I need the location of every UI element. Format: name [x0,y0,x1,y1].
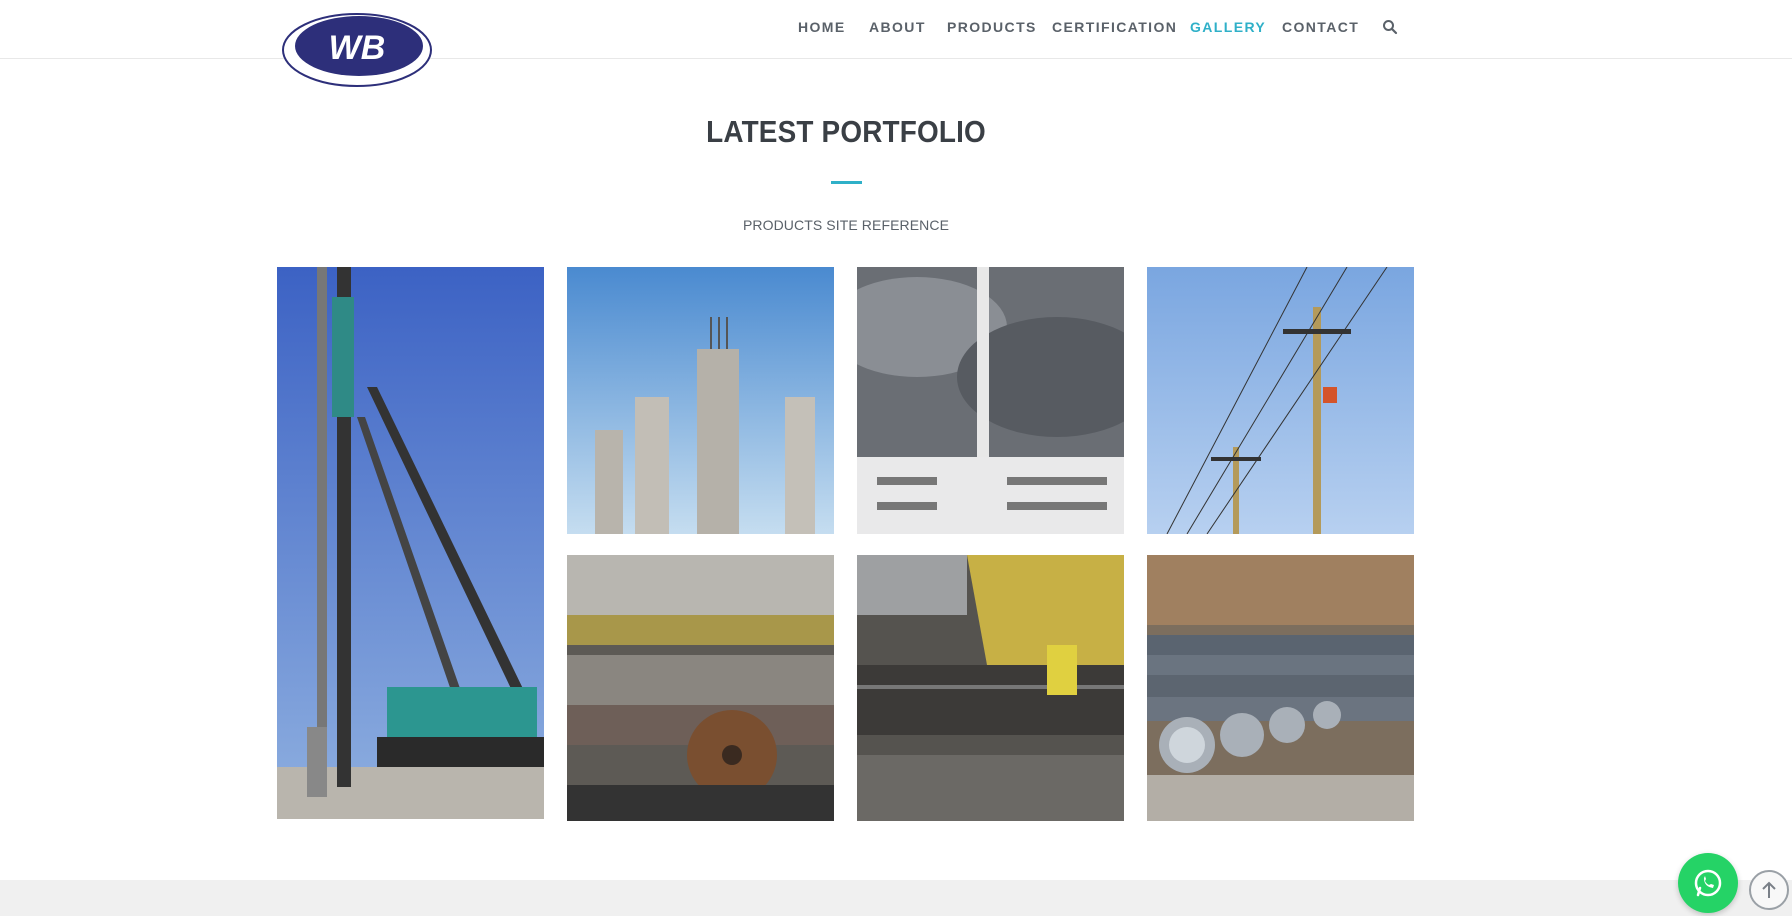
whatsapp-button[interactable] [1678,853,1738,913]
arrow-up-icon [1762,881,1776,898]
section-subtitle: PRODUCTS SITE REFERENCE [742,217,950,233]
whatsapp-icon [1694,869,1722,897]
search-icon[interactable] [1382,19,1398,35]
gallery-image [567,267,834,534]
site-header: WB HOME ABOUT PRODUCTS CERTIFICATION GAL… [0,0,1792,87]
nav-about[interactable]: ABOUT [869,17,926,37]
nav-certification[interactable]: CERTIFICATION [1052,17,1177,37]
gallery-image [1147,267,1414,534]
gallery-item-pile-cage-production[interactable] [857,555,1124,821]
gallery-item-concrete-piles[interactable] [567,267,834,534]
gallery-item-lighting-mast[interactable] [857,267,1124,534]
gallery-item-spun-piles-stacked[interactable] [1147,555,1414,821]
gallery-image [857,555,1124,821]
svg-text:WB: WB [329,29,386,67]
title-divider [831,181,862,184]
gallery-image [567,555,834,821]
footer-strip [0,880,1792,916]
gallery-image [857,267,1124,534]
section-title: LATEST PORTFOLIO [706,114,986,149]
nav-products[interactable]: PRODUCTS [947,17,1037,37]
nav-contact[interactable]: CONTACT [1282,17,1359,37]
scroll-top-button[interactable] [1749,870,1789,910]
gallery-image [1147,555,1414,821]
gallery-item-pile-mould[interactable] [567,555,834,821]
nav-home[interactable]: HOME [798,17,846,37]
gallery-item-utility-poles[interactable] [1147,267,1414,534]
gallery-image [277,267,544,819]
brand-logo[interactable]: WB [281,12,433,88]
nav-gallery[interactable]: GALLERY [1190,17,1266,37]
gallery-item-piling-rig[interactable] [277,267,544,819]
